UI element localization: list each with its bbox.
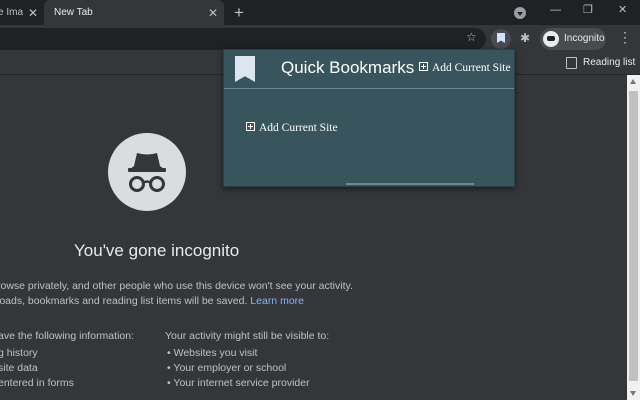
new-tab-plus-icon[interactable]: + <box>234 4 244 21</box>
header-add-current-site-button[interactable]: Add Current Site <box>419 62 511 74</box>
list-item: g history <box>0 347 38 359</box>
reading-list-icon <box>566 57 577 69</box>
popup-footer-divider <box>346 183 474 185</box>
learn-more-link[interactable]: Learn more <box>250 295 304 307</box>
star-icon[interactable]: ☆ <box>466 31 477 43</box>
right-column-heading: Your activity might still be visible to: <box>165 330 330 342</box>
list-item: • Websites you visit <box>167 347 258 359</box>
tab-new-tab[interactable]: New Tab ✕ <box>44 0 224 25</box>
list-item-text: Websites you visit <box>173 347 258 359</box>
scroll-up-icon[interactable] <box>630 79 636 84</box>
incognito-avatar-icon <box>543 31 559 47</box>
list-item: site data <box>0 362 38 374</box>
button-label: Add Current Site <box>259 122 338 134</box>
incognito-icon <box>108 133 186 211</box>
bookmark-icon <box>497 33 505 43</box>
button-label: Add Current Site <box>432 62 511 74</box>
popup-title: Quick Bookmarks <box>281 58 415 77</box>
minimize-icon[interactable]: — <box>550 5 561 16</box>
tab-close-icon[interactable]: ✕ <box>208 7 218 19</box>
incognito-description-line1: rowse privately, and other people who us… <box>0 280 353 292</box>
kebab-menu-icon[interactable]: ⋮ <box>618 30 632 44</box>
popup-header: Quick Bookmarks Add Current Site <box>224 50 514 89</box>
list-item: • Your internet service provider <box>167 377 310 389</box>
left-column-heading: ave the following information: <box>0 330 134 342</box>
list-item: • Your employer or school <box>167 362 287 374</box>
list-item-text: Your internet service provider <box>173 377 310 389</box>
tab-search-dropdown-icon[interactable] <box>514 7 526 19</box>
tab-image-search[interactable]: e Ima ✕ <box>0 0 44 25</box>
scrollbar-thumb[interactable] <box>629 91 638 381</box>
close-window-icon[interactable]: ✕ <box>618 5 627 16</box>
list-item-text: Your employer or school <box>173 362 287 374</box>
list-item: entered in forms <box>0 377 74 389</box>
puzzle-icon[interactable]: ✱ <box>520 31 530 45</box>
plus-square-icon <box>419 62 428 71</box>
description-text: loads, bookmarks and reading list items … <box>0 295 248 307</box>
tab-title: e Ima <box>0 7 24 18</box>
plus-square-icon <box>246 122 255 131</box>
bookmark-logo-icon <box>235 56 255 82</box>
profile-label: Incognito <box>564 33 605 44</box>
incognito-headline: You've gone incognito <box>74 241 240 260</box>
tab-title: New Tab <box>54 7 93 18</box>
scroll-down-icon[interactable] <box>630 391 636 396</box>
scrollbar[interactable] <box>627 75 640 400</box>
reading-list-button[interactable]: Reading list <box>583 57 635 68</box>
address-bar[interactable] <box>0 28 486 50</box>
add-current-site-button[interactable]: Add Current Site <box>246 122 338 134</box>
tab-strip: e Ima ✕ New Tab ✕ + — ❐ ✕ <box>0 0 640 25</box>
profile-button[interactable]: Incognito <box>540 28 606 50</box>
incognito-description-line2: loads, bookmarks and reading list items … <box>0 295 304 307</box>
restore-icon[interactable]: ❐ <box>583 5 593 16</box>
quick-bookmarks-popup: Quick Bookmarks Add Current Site Add Cur… <box>223 49 515 187</box>
quick-bookmarks-extension-button[interactable] <box>491 29 511 49</box>
tab-close-icon[interactable]: ✕ <box>28 7 38 19</box>
